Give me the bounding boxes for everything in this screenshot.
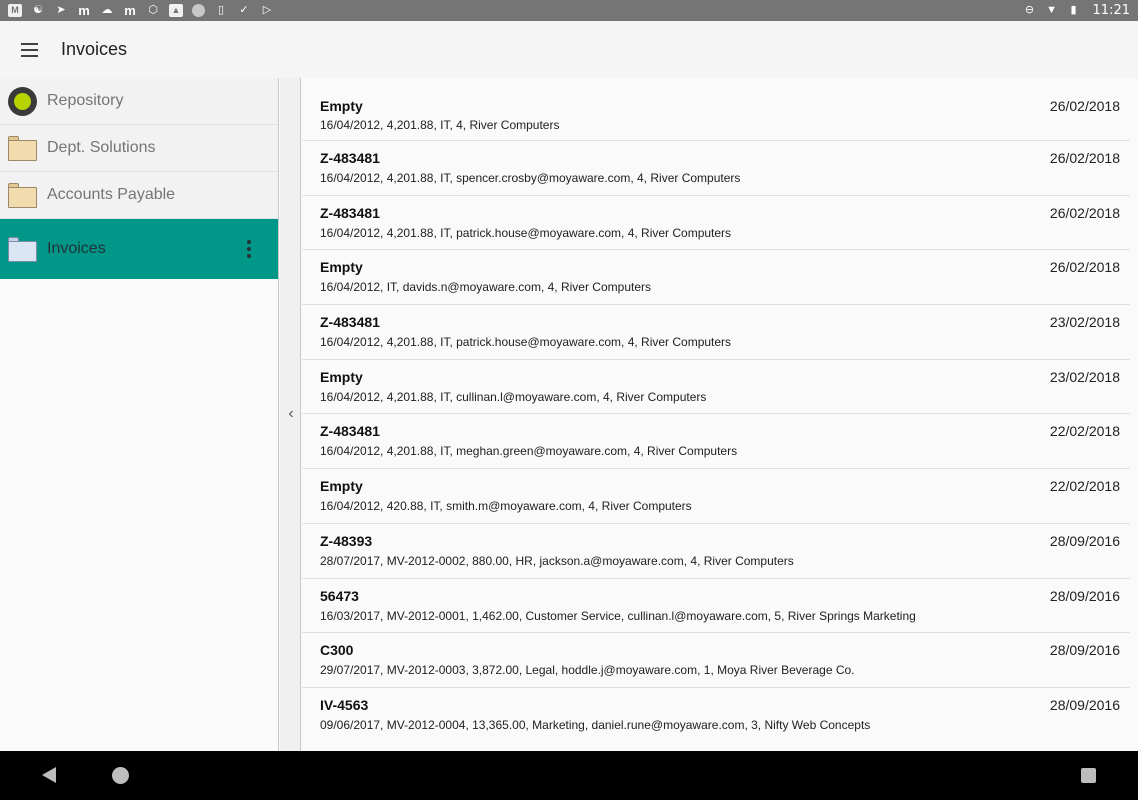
list-item[interactable]: Z-483481 26/02/2018 16/04/2012, 4,201.88… — [302, 196, 1130, 251]
recent-apps-icon[interactable] — [1081, 768, 1096, 783]
invoice-title: Z-483481 — [320, 150, 380, 166]
invoice-date: 28/09/2016 — [1049, 642, 1120, 659]
invoice-detail: 28/07/2017, MV-2012-0002, 880.00, HR, ja… — [320, 553, 794, 568]
hexagon-icon: ⬡ — [148, 4, 158, 16]
repository-icon — [8, 86, 37, 116]
sidebar-item-label: Invoices — [47, 240, 106, 257]
battery-icon: ▮ — [1070, 4, 1077, 16]
m-icon: m — [78, 3, 90, 18]
hamburger-menu-icon[interactable] — [21, 39, 43, 61]
invoice-date: 28/09/2016 — [1049, 587, 1120, 604]
invoice-detail: 16/04/2012, 420.88, IT, smith.m@moyaware… — [320, 499, 692, 514]
invoice-detail: 16/04/2012, 4,201.88, IT, patrick.house@… — [320, 225, 732, 240]
wifi-icon: ▼ — [1046, 4, 1057, 16]
invoice-date: 23/02/2018 — [1049, 314, 1120, 331]
arrow-icon: ➤ — [56, 4, 66, 16]
invoice-title: Z-48393 — [320, 532, 373, 549]
folder-icon — [8, 182, 37, 208]
status-bar: M ☯ ➤ m ☁ m ⬡ ▲ ▯ ✓ ▷ ⊖ ▼ ▮ 11:21 — [0, 0, 1138, 21]
invoice-date: 28/09/2016 — [1049, 532, 1120, 549]
invoice-detail: 16/04/2012, 4,201.88, IT, spencer.crosby… — [320, 171, 741, 185]
invoice-title: Z-483481 — [320, 423, 380, 440]
list-item[interactable]: 56473 28/09/2016 16/03/2017, MV-2012-000… — [302, 579, 1130, 634]
sidebar-item-accounts-payable[interactable]: Accounts Payable — [0, 172, 278, 219]
circle-icon — [192, 4, 205, 17]
gmail-icon: M — [8, 4, 22, 17]
invoice-date: 22/02/2018 — [1049, 423, 1120, 440]
play-icon: ▷ — [262, 4, 272, 16]
list-item[interactable]: Z-483481 26/02/2018 16/04/2012, 4,201.88… — [302, 141, 1130, 196]
invoice-detail: 16/04/2012, 4,201.88, IT, meghan.green@m… — [320, 444, 738, 459]
list-item[interactable]: Empty 23/02/2018 16/04/2012, 4,201.88, I… — [302, 360, 1130, 415]
phone-icon: ▯ — [217, 4, 225, 16]
invoice-detail: 09/06/2017, MV-2012-0004, 13,365.00, Mar… — [320, 717, 871, 732]
invoice-title: Empty — [320, 98, 363, 114]
check-icon: ✓ — [239, 4, 249, 16]
invoice-detail: 16/03/2017, MV-2012-0001, 1,462.00, Cust… — [320, 608, 916, 623]
invoice-title: Empty — [320, 478, 363, 495]
list-item[interactable]: Z-483481 22/02/2018 16/04/2012, 4,201.88… — [302, 414, 1130, 470]
invoice-date: 22/02/2018 — [1049, 478, 1120, 495]
invoice-title: C300 — [320, 642, 354, 659]
invoice-title: Z-483481 — [320, 204, 380, 221]
folder-icon — [8, 135, 37, 161]
sidebar-item-dept-solutions[interactable]: Dept. Solutions — [0, 125, 278, 172]
image-icon: ▲ — [169, 4, 183, 17]
list-item[interactable]: Z-48393 28/09/2016 28/07/2017, MV-2012-0… — [302, 524, 1130, 579]
list-item[interactable]: IV-4563 28/09/2016 09/06/2017, MV-2012-0… — [302, 688, 1130, 743]
invoice-title: 56473 — [320, 587, 359, 604]
cloud-icon: ☁ — [101, 4, 113, 16]
invoice-date: 26/02/2018 — [1049, 259, 1120, 276]
more-options-icon[interactable] — [247, 240, 251, 258]
collapse-sidebar-chevron-icon[interactable]: ‹ — [284, 404, 298, 424]
list-item[interactable]: Empty 22/02/2018 16/04/2012, 420.88, IT,… — [302, 469, 1130, 524]
invoice-title: Z-483481 — [320, 314, 380, 331]
back-icon[interactable] — [42, 767, 56, 783]
system-icons: ⊖ ▼ ▮ 11:21 — [1023, 3, 1130, 18]
list-item[interactable]: C300 28/09/2016 29/07/2017, MV-2012-0003… — [302, 633, 1130, 688]
invoice-title: IV-4563 — [320, 696, 369, 713]
notification-icons: M ☯ ➤ m ☁ m ⬡ ▲ ▯ ✓ ▷ — [8, 4, 274, 17]
list-item[interactable]: Empty 26/02/2018 16/04/2012, IT, davids.… — [302, 250, 1130, 306]
app-bar: Invoices — [0, 21, 1138, 78]
invoice-date: 23/02/2018 — [1049, 368, 1120, 385]
folder-open-icon — [8, 236, 37, 262]
invoice-detail: 16/04/2012, IT, davids.n@moyaware.com, 4… — [320, 280, 651, 295]
navigation-bar — [0, 751, 1138, 800]
list-item[interactable]: Z-483481 23/02/2018 16/04/2012, 4,201.88… — [302, 305, 1130, 360]
do-not-disturb-icon: ⊖ — [1024, 4, 1035, 16]
sidebar-item-label: Dept. Solutions — [47, 139, 156, 156]
invoice-detail: 29/07/2017, MV-2012-0003, 3,872.00, Lega… — [320, 663, 855, 678]
invoice-list: Empty 26/02/2018 16/04/2012, 4,201.88, I… — [302, 78, 1138, 751]
sidebar-item-label: Accounts Payable — [47, 186, 176, 203]
clock: 11:21 — [1092, 3, 1130, 18]
invoice-date: 26/02/2018 — [1049, 204, 1120, 221]
home-icon[interactable] — [112, 767, 129, 784]
invoice-detail: 16/04/2012, 4,201.88, IT, cullinan.l@moy… — [320, 389, 707, 404]
share-icon: ☯ — [33, 4, 43, 16]
sidebar: Repository Dept. Solutions Accounts Paya… — [0, 78, 279, 751]
sidebar-item-repository[interactable]: Repository — [0, 78, 278, 125]
invoice-detail: 16/04/2012, 4,201.88, IT, 4, River Compu… — [320, 118, 560, 132]
invoice-date: 26/02/2018 — [1049, 150, 1120, 166]
list-item[interactable]: Empty 26/02/2018 16/04/2012, 4,201.88, I… — [302, 90, 1130, 141]
invoice-date: 26/02/2018 — [1049, 98, 1120, 114]
sidebar-item-invoices[interactable]: Invoices — [0, 219, 278, 279]
page-title: Invoices — [61, 39, 128, 59]
panel-divider: ‹ — [280, 78, 301, 751]
invoice-detail: 16/04/2012, 4,201.88, IT, patrick.house@… — [320, 335, 732, 350]
invoice-date: 28/09/2016 — [1049, 696, 1120, 713]
invoice-title: Empty — [320, 259, 363, 276]
m-icon: m — [124, 3, 136, 18]
sidebar-item-label: Repository — [47, 92, 124, 109]
invoice-title: Empty — [320, 368, 363, 385]
